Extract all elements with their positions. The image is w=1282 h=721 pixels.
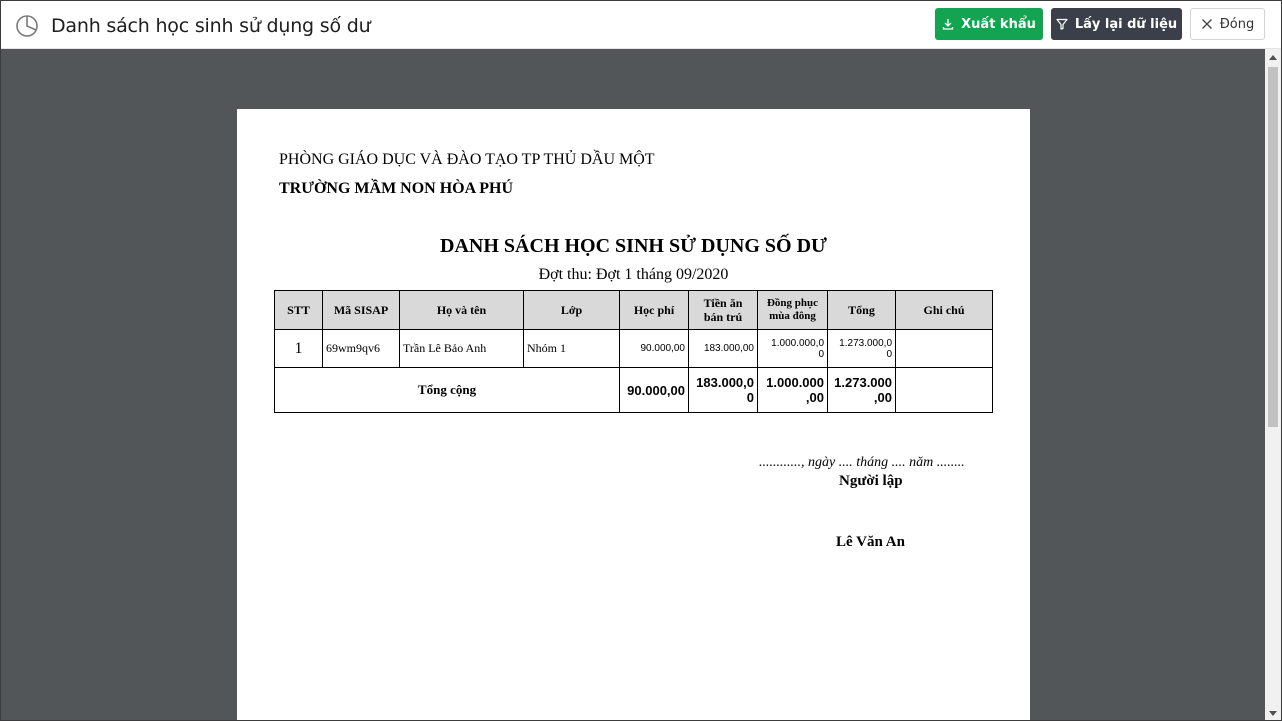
vertical-scrollbar[interactable] (1265, 49, 1281, 720)
totals-uniform: 1.000.000 ,00 (757, 367, 828, 413)
reload-data-button[interactable]: Lấy lại dữ liệu (1051, 8, 1182, 40)
cell-note (895, 329, 993, 368)
cell-total-line2: 0 (886, 348, 892, 360)
column-header-sisap: Mã SISAP (322, 290, 400, 330)
totals-total-line1: 1.273.000 (834, 375, 892, 390)
totals-meal-line2: 0 (746, 390, 754, 405)
table-header-row: STT Mã SISAP Họ và tên Lớp Học phí Tiền … (274, 290, 993, 330)
column-header-uniform-line1: Đồng phục (766, 297, 819, 309)
export-button-label: Xuất khẩu (961, 16, 1036, 32)
column-header-meal: Tiền ăn bán trú (688, 290, 758, 330)
page-title: Danh sách học sinh sử dụng số dư (51, 15, 371, 37)
cell-tuition: 90.000,00 (619, 329, 689, 368)
school-name: TRƯỜNG MẦM NON HÒA PHÚ (279, 180, 514, 197)
column-header-class: Lớp (523, 290, 620, 330)
totals-total: 1.273.000 ,00 (827, 367, 896, 413)
scroll-up-arrow-icon[interactable] (1265, 49, 1281, 65)
signature-date-line: ............, ngày .... tháng .... năm .… (759, 455, 965, 470)
column-header-uniform: Đồng phục mùa đông (757, 290, 828, 330)
totals-tuition: 90.000,00 (619, 367, 689, 413)
column-header-uniform-line2: mùa đông (769, 310, 816, 322)
totals-total-line2: ,00 (873, 390, 892, 405)
table-row: 1 69wm9qv6 Trần Lê Bảo Anh Nhóm 1 90.000… (274, 329, 993, 368)
scrollbar-thumb[interactable] (1268, 67, 1278, 427)
totals-meal-line1: 183.000,0 (696, 375, 754, 390)
totals-row: Tổng cộng 90.000,00 183.000,0 0 1.000.00… (274, 367, 993, 413)
column-header-stt: STT (274, 290, 323, 330)
reload-data-button-label: Lấy lại dữ liệu (1074, 16, 1178, 32)
column-header-total: Tổng (827, 290, 896, 330)
close-icon (1201, 18, 1213, 30)
report-title: DANH SÁCH HỌC SINH SỬ DỤNG SỐ DƯ (440, 235, 827, 257)
totals-note (895, 367, 993, 413)
totals-uniform-line2: ,00 (805, 390, 824, 405)
column-header-name: Họ và tên (399, 290, 524, 330)
signature-name: Lê Văn An (836, 534, 905, 550)
report-subtitle: Đợt thu: Đợt 1 tháng 09/2020 (538, 266, 729, 283)
cell-class: Nhóm 1 (523, 329, 620, 368)
top-toolbar: Danh sách học sinh sử dụng số dư Xuất kh… (1, 1, 1281, 49)
department-name: PHÒNG GIÁO DỤC VÀ ĐÀO TẠO TP THỦ DẦU MỘT (279, 151, 655, 168)
close-button-label: Đóng (1219, 16, 1255, 32)
cell-total-line1: 1.273.000,0 (839, 337, 892, 349)
cell-uniform: 1.000.000,0 0 (757, 329, 828, 368)
scroll-down-arrow-icon[interactable] (1265, 706, 1281, 720)
cell-name: Trần Lê Bảo Anh (399, 329, 524, 368)
filter-icon (1056, 18, 1068, 30)
cell-uniform-line2: 0 (818, 348, 824, 360)
report-page: PHÒNG GIÁO DỤC VÀ ĐÀO TẠO TP THỦ DẦU MỘT… (237, 109, 1030, 720)
totals-label: Tổng cộng (274, 367, 620, 413)
cell-total: 1.273.000,0 0 (827, 329, 896, 368)
cell-sisap: 69wm9qv6 (322, 329, 400, 368)
column-header-note: Ghi chú (895, 290, 993, 330)
window-frame: Danh sách học sinh sử dụng số dư Xuất kh… (0, 0, 1282, 721)
close-button[interactable]: Đóng (1190, 8, 1265, 40)
column-header-meal-line2: bán trú (703, 310, 743, 324)
column-header-tuition: Học phí (619, 290, 689, 330)
totals-meal: 183.000,0 0 (688, 367, 758, 413)
column-header-meal-line1: Tiền ăn (703, 296, 743, 310)
download-icon (942, 18, 954, 30)
signature-role: Người lập (839, 473, 903, 489)
cell-uniform-line1: 1.000.000,0 (771, 337, 824, 349)
totals-uniform-line1: 1.000.000 (766, 375, 824, 390)
student-balance-table: STT Mã SISAP Họ và tên Lớp Học phí Tiền … (274, 290, 993, 413)
cell-meal: 183.000,00 (688, 329, 758, 368)
cell-stt: 1 (274, 329, 323, 368)
report-viewer[interactable]: PHÒNG GIÁO DỤC VÀ ĐÀO TẠO TP THỦ DẦU MỘT… (1, 49, 1265, 720)
pie-chart-icon (15, 14, 39, 38)
export-button[interactable]: Xuất khẩu (935, 8, 1043, 40)
